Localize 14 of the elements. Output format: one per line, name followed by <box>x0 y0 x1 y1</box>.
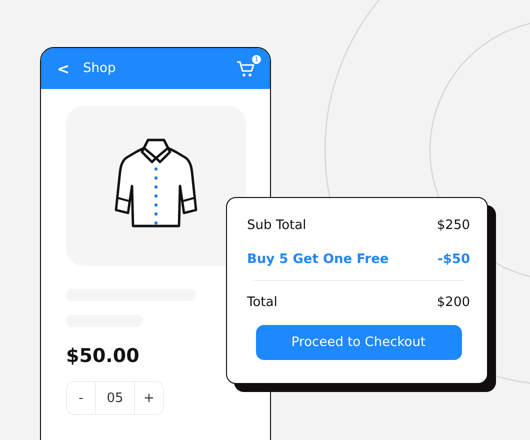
decrease-button[interactable]: - <box>67 382 95 414</box>
summary-amount: $250 <box>436 218 470 235</box>
checkout-button[interactable]: Proceed to Checkout <box>256 325 462 360</box>
summary-amount: -$50 <box>437 252 470 269</box>
screen-title: Shop <box>83 61 117 76</box>
summary-amount: $200 <box>436 295 470 312</box>
summary-label: Sub Total <box>247 218 306 235</box>
increase-button[interactable]: + <box>135 382 163 414</box>
quantity-value: 05 <box>95 382 135 414</box>
back-button[interactable]: < <box>57 60 69 78</box>
cart-icon <box>236 60 256 78</box>
product-price: $50.00 <box>66 345 140 367</box>
summary-label: Total <box>247 295 278 312</box>
summary-label: Buy 5 Get One Free <box>247 252 389 269</box>
